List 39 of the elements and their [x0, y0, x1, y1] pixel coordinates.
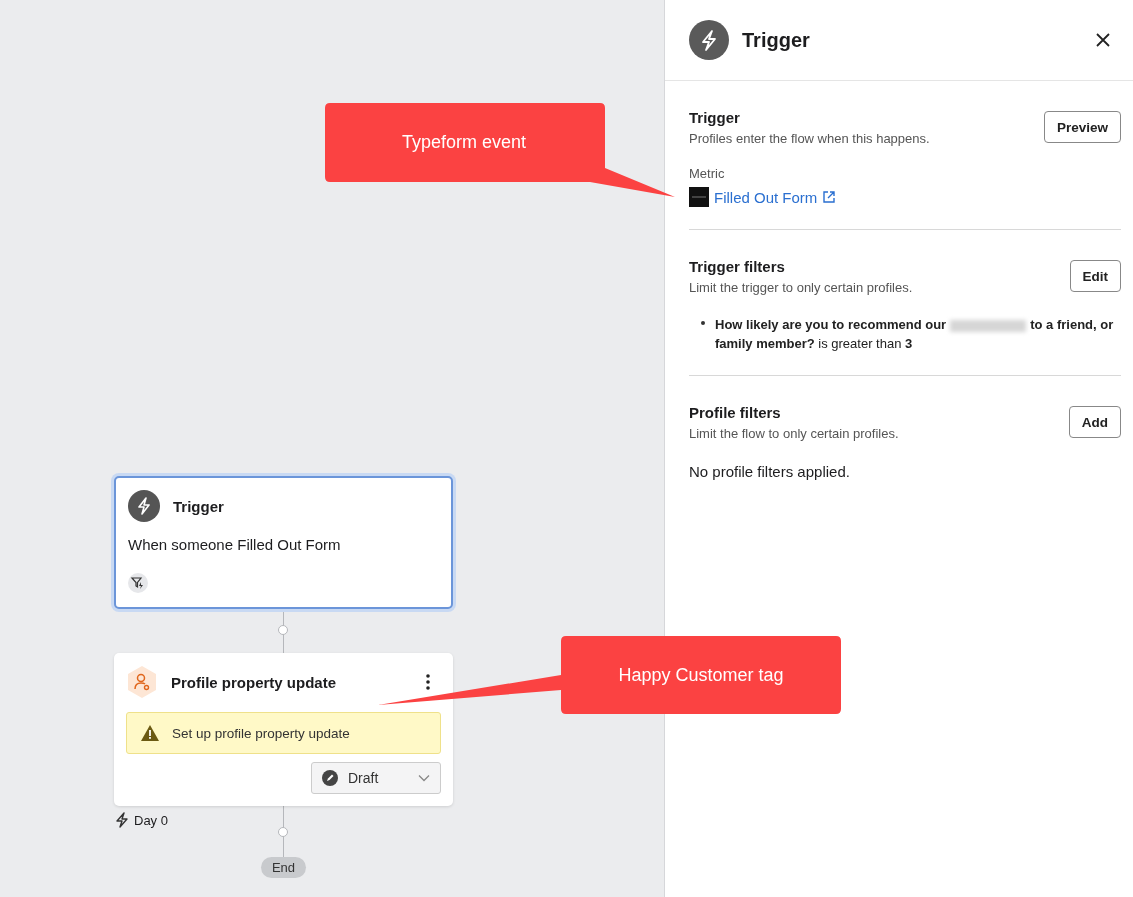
field-label: Metric [689, 166, 726, 181]
section-heading: Trigger filters [689, 258, 786, 275]
more-icon[interactable] [425, 673, 431, 691]
metric-link[interactable]: Filled Out Form [714, 188, 818, 206]
app-logo-icon [689, 187, 709, 207]
action-node[interactable]: Profile property update Set up profile property update Draft [114, 653, 453, 806]
callout-text: Happy Customer tag [617, 663, 785, 687]
preview-button[interactable]: Preview [1043, 111, 1121, 143]
callout-text: Typeform event [400, 131, 528, 154]
trigger-node[interactable]: Trigger When someone Filled Out Form [114, 476, 453, 609]
external-link-icon[interactable] [822, 190, 837, 204]
user-gear-icon [126, 666, 158, 698]
section-heading: Trigger [689, 109, 741, 126]
section-subtitle: Profiles enter the flow when this happens. [689, 131, 930, 146]
edit-button[interactable]: Edit [1069, 260, 1121, 292]
close-icon[interactable] [1095, 32, 1111, 48]
pencil-icon [322, 770, 338, 786]
add-button[interactable]: Add [1068, 406, 1121, 438]
warning-text: Set up profile property update [172, 725, 350, 741]
panel-title: Trigger [742, 28, 811, 52]
warning-icon [141, 725, 159, 741]
node-title: Profile property update [171, 673, 338, 691]
section-subtitle: Limit the trigger to only certain profiles. [689, 280, 913, 295]
warning-banner[interactable]: Set up profile property update [126, 712, 441, 754]
lightning-icon [128, 490, 160, 522]
chevron-down-icon [418, 774, 430, 782]
status-dropdown[interactable]: Draft [311, 762, 441, 794]
section-subtitle: Limit the flow to only certain profiles. [689, 426, 899, 441]
bullet-dot [701, 321, 705, 325]
node-title: Trigger [173, 497, 225, 515]
end-pill: End [261, 857, 306, 878]
filter-text: How likely are you to recommend our to a friend, or family member? is greater than 3 [715, 316, 1115, 353]
empty-message: No profile filters applied. [689, 463, 851, 480]
section-heading: Profile filters [689, 404, 782, 421]
lightning-icon [689, 20, 729, 60]
node-description: When someone Filled Out Form [128, 536, 342, 553]
lightning-icon [115, 812, 129, 828]
delay-label: Day 0 [134, 812, 168, 828]
filter-icon [128, 573, 148, 593]
